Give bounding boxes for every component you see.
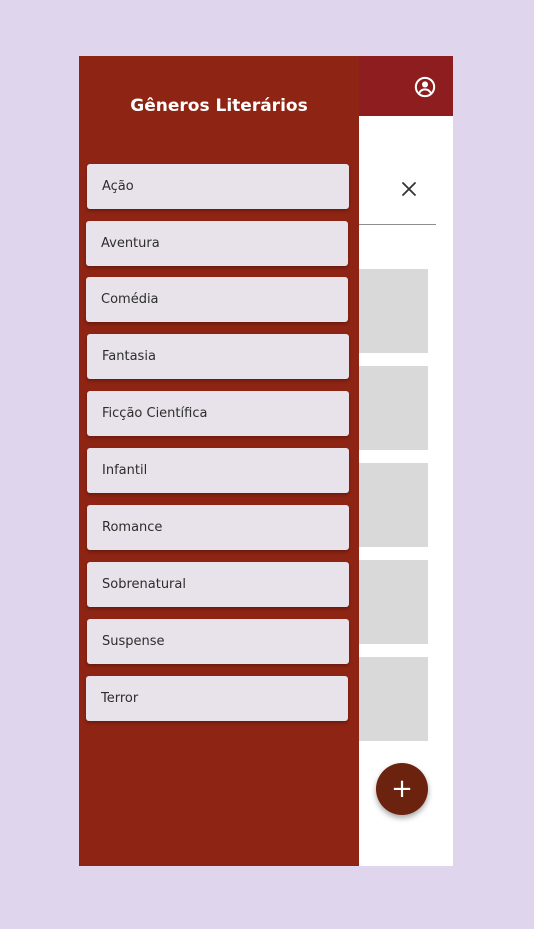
- genre-item-infantil[interactable]: Infantil: [87, 448, 349, 493]
- genre-item-suspense[interactable]: Suspense: [87, 619, 349, 664]
- genre-item-comedia[interactable]: Comédia: [86, 277, 348, 322]
- book-card[interactable]: [349, 463, 428, 547]
- book-card[interactable]: [349, 269, 428, 353]
- app-screen: + Gêneros Literários Ação Aventura Coméd…: [79, 56, 453, 866]
- account-circle-icon[interactable]: [414, 76, 436, 98]
- book-card[interactable]: [349, 657, 428, 741]
- genre-label: Fantasia: [102, 349, 156, 364]
- genre-label: Terror: [101, 691, 139, 706]
- genre-item-fantasia[interactable]: Fantasia: [87, 334, 349, 379]
- genre-label: Romance: [102, 520, 163, 535]
- page-background: + Gêneros Literários Ação Aventura Coméd…: [0, 0, 534, 929]
- add-icon: +: [391, 774, 413, 804]
- genre-label: Aventura: [101, 236, 160, 251]
- book-card[interactable]: [349, 366, 428, 450]
- drawer-title: Gêneros Literários: [130, 96, 308, 116]
- genre-item-terror[interactable]: Terror: [86, 676, 348, 721]
- genre-label: Infantil: [102, 463, 148, 478]
- genre-item-ficcao-cientifica[interactable]: Ficção Científica: [87, 391, 349, 436]
- genre-label: Sobrenatural: [102, 577, 186, 592]
- navigation-drawer: Gêneros Literários Ação Aventura Comédia…: [79, 56, 359, 866]
- genre-label: Ficção Científica: [102, 406, 208, 421]
- genre-label: Ação: [102, 179, 134, 194]
- genre-label: Suspense: [102, 634, 165, 649]
- search-field[interactable]: [359, 174, 436, 225]
- genre-item-acao[interactable]: Ação: [87, 164, 349, 209]
- genre-item-sobrenatural[interactable]: Sobrenatural: [87, 562, 349, 607]
- genre-item-romance[interactable]: Romance: [87, 505, 349, 550]
- genre-label: Comédia: [101, 292, 159, 307]
- genre-item-aventura[interactable]: Aventura: [86, 221, 348, 266]
- book-card[interactable]: [349, 560, 428, 644]
- close-icon[interactable]: [400, 180, 418, 198]
- add-button[interactable]: +: [376, 763, 428, 815]
